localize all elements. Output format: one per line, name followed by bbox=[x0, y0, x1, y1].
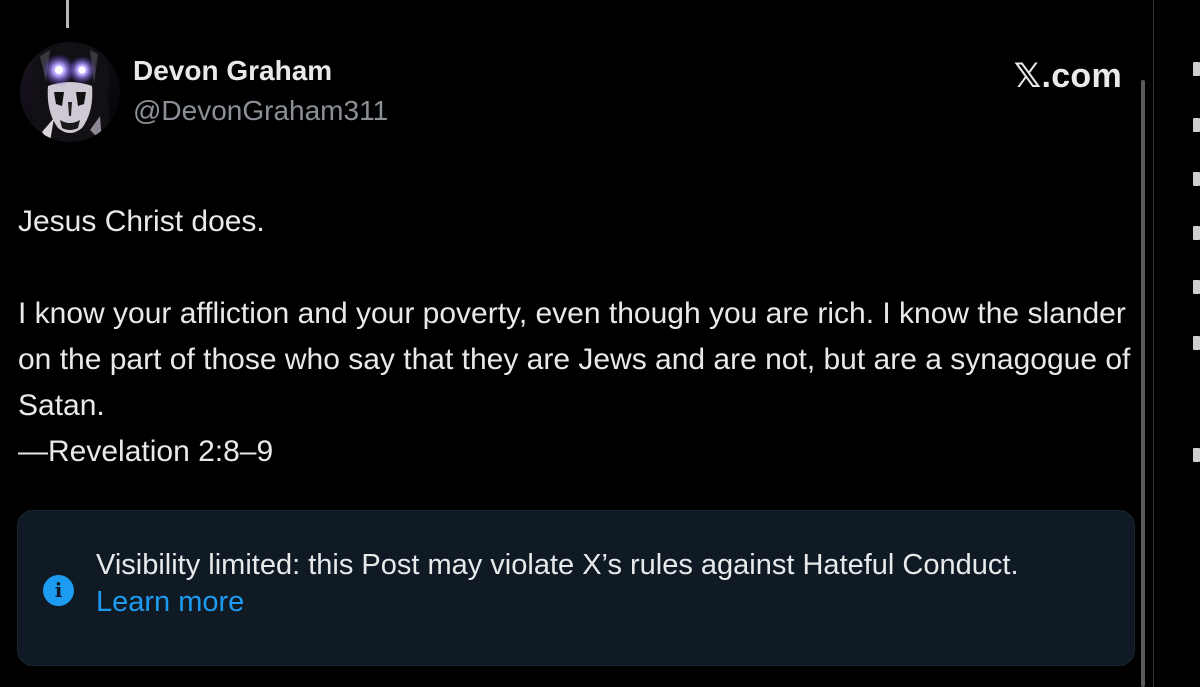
author-handle[interactable]: @DevonGraham311 bbox=[133, 95, 388, 127]
learn-more-link[interactable]: Learn more bbox=[96, 584, 1019, 621]
adjacent-column-edge bbox=[1193, 0, 1200, 687]
avatar-image bbox=[20, 42, 120, 142]
visibility-notice: i Visibility limited: this Post may viol… bbox=[17, 510, 1135, 666]
thread-connector-line bbox=[66, 0, 69, 28]
column-divider bbox=[1153, 0, 1154, 687]
post-paragraph: I know your affliction and your poverty,… bbox=[18, 297, 1131, 468]
info-icon: i bbox=[43, 575, 74, 606]
post-body: Jesus Christ does. I know your afflictio… bbox=[18, 199, 1143, 475]
author-display-name[interactable]: Devon Graham bbox=[133, 55, 332, 87]
post-paragraph: Jesus Christ does. bbox=[18, 205, 265, 238]
notice-message: Visibility limited: this Post may violat… bbox=[96, 549, 1019, 581]
notice-text: Visibility limited: this Post may violat… bbox=[96, 547, 1019, 621]
avatar[interactable] bbox=[20, 42, 120, 142]
site-brand-label: 𝕏.com bbox=[1013, 57, 1122, 95]
